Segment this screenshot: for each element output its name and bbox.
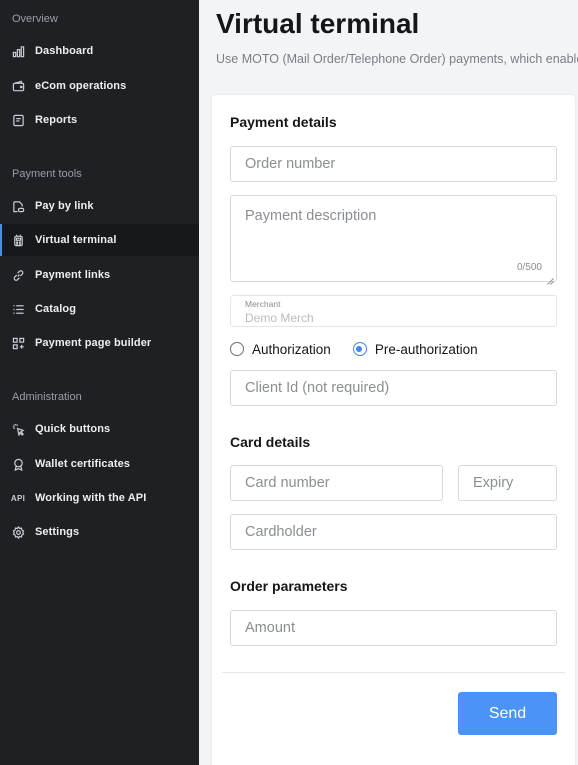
sidebar-item-quick-buttons[interactable]: Quick buttons [0, 413, 199, 445]
sidebar-item-reports[interactable]: Reports [0, 104, 199, 136]
cardholder-placeholder: Cardholder [245, 524, 317, 540]
link-page-icon [11, 199, 25, 213]
grid-icon [11, 336, 25, 350]
sidebar-item-dashboard[interactable]: Dashboard [0, 35, 199, 67]
sidebar-item-ecom-operations[interactable]: eCom operations [0, 70, 199, 102]
send-button[interactable]: Send [458, 692, 557, 735]
sidebar-item-working-with-api[interactable]: API Working with the API [0, 482, 199, 514]
page-title: Virtual terminal [216, 8, 420, 39]
sidebar-item-label: Quick buttons [35, 423, 111, 435]
bar-chart-icon [11, 44, 25, 58]
payment-type-radio-group: Authorization Pre-authorization [230, 341, 500, 357]
section-title-administration: Administration [12, 391, 82, 403]
resize-handle-icon[interactable] [547, 272, 554, 285]
sidebar-item-settings[interactable]: Settings [0, 516, 199, 548]
document-icon [11, 113, 25, 127]
sidebar-item-payment-page-builder[interactable]: Payment page builder [0, 327, 199, 359]
sidebar-item-label: Payment links [35, 269, 111, 281]
client-id-placeholder: Client Id (not required) [245, 380, 390, 396]
sidebar-item-payment-links[interactable]: Payment links [0, 259, 199, 291]
amount-placeholder: Amount [245, 620, 295, 636]
section-title-payment-tools: Payment tools [12, 168, 82, 180]
expiry-placeholder: Expiry [473, 475, 514, 491]
sidebar-item-label: Virtual terminal [35, 234, 117, 246]
card-number-placeholder: Card number [245, 475, 330, 491]
order-number-field[interactable]: Order number [230, 146, 557, 182]
payment-description-placeholder: Payment description [245, 208, 377, 224]
sidebar-item-label: Wallet certificates [35, 458, 131, 470]
gear-icon [11, 525, 25, 539]
sidebar-item-label: eCom operations [35, 80, 127, 92]
sidebar-item-label: Pay by link [35, 200, 94, 212]
payment-details-heading: Payment details [230, 114, 337, 130]
sidebar-item-label: Dashboard [35, 45, 94, 57]
card-number-field[interactable]: Card number [230, 465, 443, 501]
click-icon [11, 422, 25, 436]
terminal-icon [11, 233, 25, 247]
order-number-placeholder: Order number [245, 156, 336, 172]
link-icon [11, 268, 25, 282]
page-subtitle: Use MOTO (Mail Order/Telephone Order) pa… [216, 52, 578, 66]
radio-authorization[interactable] [230, 342, 244, 356]
radio-authorization-label[interactable]: Authorization [252, 342, 331, 357]
terminal-form-card: Payment details Order number Payment des… [212, 95, 575, 765]
cardholder-field[interactable]: Cardholder [230, 514, 557, 550]
radio-preauthorization-label[interactable]: Pre-authorization [375, 342, 478, 357]
certificate-icon [11, 457, 25, 471]
merchant-value: Demo Merch [245, 311, 314, 325]
sidebar-item-label: Reports [35, 114, 78, 126]
sidebar: Overview Dashboard eCom operations Repor… [0, 0, 199, 765]
api-icon: API [10, 493, 26, 503]
wallet-icon [11, 79, 25, 93]
divider [222, 672, 565, 673]
amount-field[interactable]: Amount [230, 610, 557, 646]
sidebar-item-label: Settings [35, 526, 80, 538]
sidebar-item-pay-by-link[interactable]: Pay by link [0, 190, 199, 222]
merchant-field: Merchant Demo Merch [230, 295, 557, 327]
sidebar-item-catalog[interactable]: Catalog [0, 293, 199, 325]
payment-description-field[interactable]: Payment description 0/500 [230, 195, 557, 285]
character-counter: 0/500 [516, 262, 542, 273]
expiry-field[interactable]: Expiry [458, 465, 557, 501]
list-icon [11, 302, 25, 316]
sidebar-item-virtual-terminal[interactable]: Virtual terminal [0, 224, 199, 256]
main-content: Virtual terminal Use MOTO (Mail Order/Te… [199, 0, 578, 765]
radio-preauthorization[interactable] [352, 342, 367, 356]
section-title-overview: Overview [12, 13, 58, 25]
merchant-label: Merchant [245, 299, 281, 309]
sidebar-item-label: Payment page builder [35, 337, 152, 349]
order-parameters-heading: Order parameters [230, 578, 348, 594]
sidebar-item-label: Catalog [35, 303, 77, 315]
card-details-heading: Card details [230, 434, 311, 450]
sidebar-item-label: Working with the API [35, 492, 147, 504]
sidebar-item-wallet-certificates[interactable]: Wallet certificates [0, 448, 199, 480]
client-id-field[interactable]: Client Id (not required) [230, 370, 557, 406]
